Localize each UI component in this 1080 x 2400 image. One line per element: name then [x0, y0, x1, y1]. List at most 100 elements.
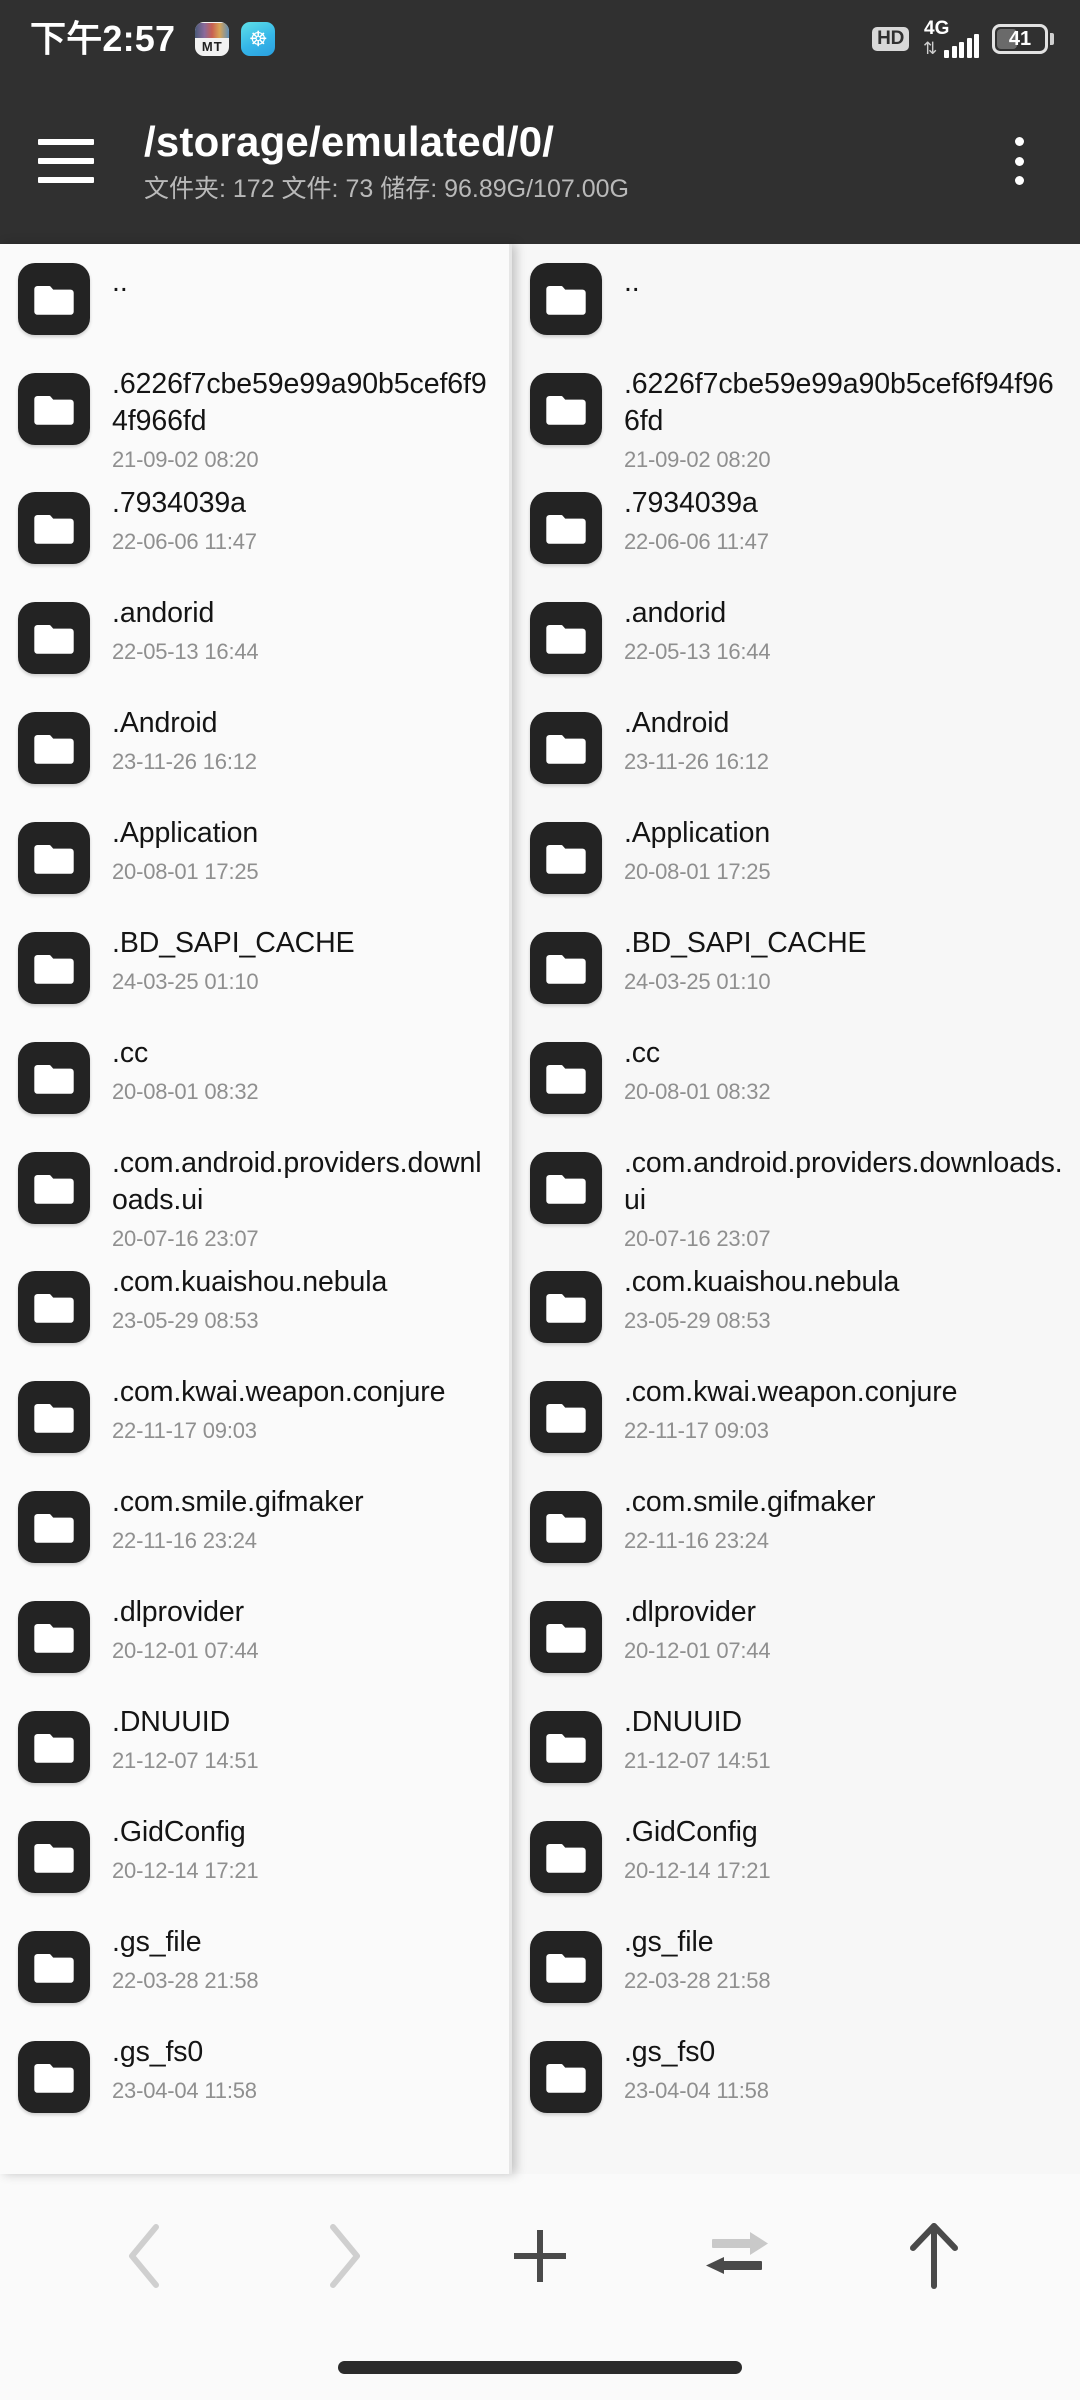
more-vertical-icon[interactable]	[992, 131, 1046, 191]
globe-glyph: ☸	[248, 27, 268, 51]
folder-icon	[546, 734, 586, 764]
file-list-item[interactable]: .DNUUID 21-12-07 14:51	[0, 1692, 512, 1802]
folder-icon	[546, 1623, 586, 1653]
file-name: .GidConfig	[112, 1816, 246, 1848]
file-name: .cc	[112, 1037, 149, 1069]
file-info: .com.kuaishou.nebula 23-05-29 08:53	[112, 1252, 496, 1334]
folder-icon	[529, 602, 602, 674]
forward-button[interactable]	[288, 2208, 398, 2304]
file-list-item[interactable]: .7934039a 22-06-06 11:47	[512, 473, 1080, 583]
file-panel-right[interactable]: .. .6226f7cbe59e99a90b5cef6f94f966fd 21-09…	[511, 244, 1080, 2174]
file-info: .Android 23-11-26 16:12	[624, 693, 1064, 775]
file-panel-left[interactable]: .. .6226f7cbe59e99a90b5cef6f94f966fd 21-09…	[0, 244, 512, 2174]
add-button[interactable]	[485, 2208, 595, 2304]
file-date: 22-11-16 23:24	[112, 1527, 257, 1553]
folder-icon	[546, 954, 586, 984]
folder-icon	[529, 1152, 602, 1224]
file-list-item[interactable]: .com.smile.gifmaker 22-11-16 23:24	[0, 1472, 512, 1582]
file-list-item[interactable]: .GidConfig 20-12-14 17:21	[512, 1802, 1080, 1912]
mt-icon-label: MT	[201, 38, 223, 54]
file-list-item[interactable]: .cc 20-08-01 08:32	[0, 1023, 512, 1133]
folder-icon	[529, 932, 602, 1004]
hamburger-menu-icon[interactable]	[38, 139, 94, 183]
file-list-item[interactable]: .7934039a 22-06-06 11:47	[0, 473, 512, 583]
file-list-item[interactable]: .com.kuaishou.nebula 23-05-29 08:53	[512, 1252, 1080, 1362]
file-date: 24-03-25 01:10	[112, 968, 259, 994]
file-name: .GidConfig	[623, 1816, 758, 1848]
file-list-item[interactable]: .gs_fs0 23-04-04 11:58	[0, 2022, 512, 2132]
file-list-item[interactable]: .DNUUID 21-12-07 14:51	[512, 1692, 1080, 1802]
file-name: .com.kwai.weapon.conjure	[112, 1376, 446, 1408]
file-list-item[interactable]: ..	[512, 244, 1080, 354]
folder-icon	[546, 1513, 586, 1543]
file-name: .com.kuaishou.nebula	[623, 1266, 900, 1298]
file-list-item[interactable]: .com.kwai.weapon.conjure 22-11-17 09:03	[0, 1362, 512, 1472]
file-list-item[interactable]: ..	[0, 244, 512, 354]
folder-icon	[34, 514, 74, 544]
file-list-item[interactable]: .andorid 22-05-13 16:44	[512, 583, 1080, 693]
file-list-item[interactable]: .Android 23-11-26 16:12	[0, 693, 512, 803]
file-name: .Android	[623, 707, 730, 739]
file-date: 21-09-02 08:20	[112, 446, 259, 472]
folder-icon	[546, 1733, 586, 1763]
file-list-item[interactable]: .Application 20-08-01 17:25	[512, 803, 1080, 913]
file-list-item[interactable]: .BD_SAPI_CACHE 24-03-25 01:10	[512, 913, 1080, 1023]
file-date: 23-04-04 11:58	[623, 2077, 769, 2103]
file-list-item[interactable]: .gs_file 22-03-28 21:58	[512, 1912, 1080, 2022]
blue-globe-icon: ☸	[241, 22, 276, 56]
folder-icon	[529, 1931, 602, 2003]
page-title[interactable]: /storage/emulated/0/	[144, 118, 992, 165]
file-list-item[interactable]: .cc 20-08-01 08:32	[512, 1023, 1080, 1133]
file-list-item[interactable]: .com.kuaishou.nebula 23-05-29 08:53	[0, 1252, 512, 1362]
folder-icon	[34, 1843, 74, 1873]
file-list-item[interactable]: .6226f7cbe59e99a90b5cef6f94f966fd 21-09-0…	[0, 354, 512, 473]
file-date: 23-11-26 16:12	[623, 748, 769, 774]
up-directory-button[interactable]	[879, 2208, 989, 2304]
file-date: 22-05-13 16:44	[112, 638, 259, 664]
file-info: ..	[112, 244, 496, 301]
file-date: 23-04-04 11:58	[112, 2077, 257, 2103]
scrollbar-left[interactable]	[508, 244, 512, 2174]
file-info: .com.kwai.weapon.conjure 22-11-17 09:03	[624, 1362, 1064, 1444]
file-date: 22-03-28 21:58	[623, 1967, 771, 1993]
folder-icon	[529, 1042, 602, 1114]
folder-icon	[18, 822, 90, 894]
file-info: .7934039a 22-06-06 11:47	[112, 473, 496, 555]
file-list-item[interactable]: .com.kwai.weapon.conjure 22-11-17 09:03	[512, 1362, 1080, 1472]
file-info: .GidConfig 20-12-14 17:21	[112, 1802, 496, 1884]
file-list-item[interactable]: .gs_file 22-03-28 21:58	[0, 1912, 512, 2022]
swap-panels-button[interactable]	[682, 2208, 792, 2304]
file-list-item[interactable]: .6226f7cbe59e99a90b5cef6f94f966fd 21-09-0…	[512, 354, 1080, 473]
file-list-item[interactable]: .BD_SAPI_CACHE 24-03-25 01:10	[0, 913, 512, 1023]
file-name: ..	[623, 266, 640, 298]
file-list-item[interactable]: .dlprovider 20-12-01 07:44	[512, 1582, 1080, 1692]
file-list-item[interactable]: .com.smile.gifmaker 22-11-16 23:24	[512, 1472, 1080, 1582]
folder-icon	[34, 954, 74, 984]
file-list-item[interactable]: .gs_fs0 23-04-04 11:58	[512, 2022, 1080, 2132]
folder-icon	[18, 1931, 90, 2003]
status-bar: 下午2:57 MT ☸ HD 4G ⇅ 41	[0, 0, 1080, 78]
file-info: .DNUUID 21-12-07 14:51	[624, 1692, 1064, 1774]
file-list-item[interactable]: .dlprovider 20-12-01 07:44	[0, 1582, 512, 1692]
network-type-label: 4G	[924, 18, 950, 39]
file-list-item[interactable]: .andorid 22-05-13 16:44	[0, 583, 512, 693]
folder-icon	[529, 822, 602, 894]
file-info: .BD_SAPI_CACHE 24-03-25 01:10	[112, 913, 496, 995]
network-indicator: 4G ⇅	[922, 19, 979, 59]
folder-icon	[34, 2063, 74, 2093]
file-info: .gs_file 22-03-28 21:58	[624, 1912, 1064, 1994]
folder-icon	[18, 373, 90, 445]
file-list-item[interactable]: .GidConfig 20-12-14 17:21	[0, 1802, 512, 1912]
file-list-item[interactable]: .Application 20-08-01 17:25	[0, 803, 512, 913]
file-date: 22-11-17 09:03	[112, 1417, 257, 1443]
back-button[interactable]	[91, 2208, 201, 2304]
file-list-item[interactable]: .com.android.providers.downloads.ui 20-07…	[512, 1133, 1080, 1252]
folder-icon	[546, 395, 586, 425]
file-date: 21-12-07 14:51	[623, 1747, 771, 1773]
file-list-item[interactable]: .com.android.providers.downloads.ui 20-07…	[0, 1133, 512, 1252]
header-text-group: /storage/emulated/0/ 文件夹: 172 文件: 73 储存:…	[144, 118, 992, 204]
folder-icon	[34, 844, 74, 874]
file-list-item[interactable]: .Android 23-11-26 16:12	[512, 693, 1080, 803]
system-navigation-pill[interactable]	[338, 2361, 742, 2374]
folder-icon	[34, 1513, 74, 1543]
